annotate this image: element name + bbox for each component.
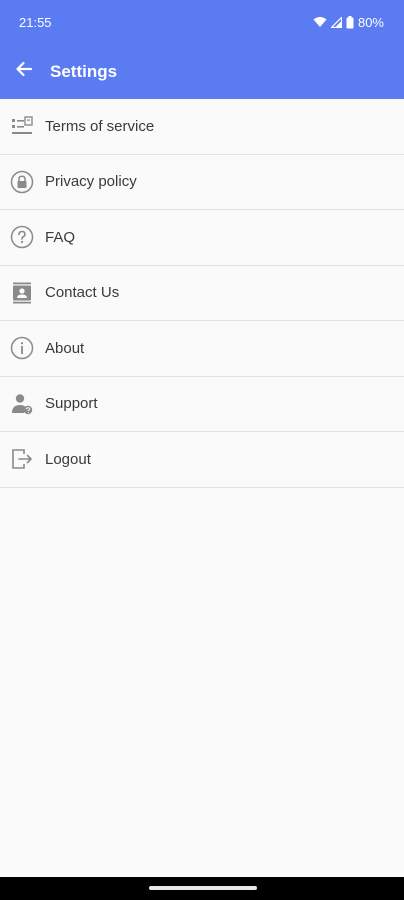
wifi-icon [313,16,327,28]
back-button[interactable] [0,48,48,96]
info-icon [10,336,34,360]
page-title: Settings [50,61,118,81]
battery-icon [346,15,354,29]
menu-item-label: About [45,339,85,357]
menu-item-about[interactable]: About [0,321,404,377]
logout-icon [10,447,34,471]
arrow-left-icon [14,59,34,84]
menu-item-label: Logout [45,450,91,468]
menu-item-label: Contact Us [45,284,120,302]
menu-item-terms-of-service[interactable]: Terms of service [0,99,404,155]
signal-icon [330,16,342,28]
settings-menu-list: Terms of service Privacy policy FAQ Cont… [0,99,404,488]
menu-item-support[interactable]: Support [0,377,404,432]
contact-card-icon [10,281,34,305]
menu-item-logout[interactable]: Logout [0,432,404,488]
question-icon [10,225,34,249]
lock-icon [10,170,34,194]
menu-item-label: Privacy policy [45,173,137,191]
menu-item-label: Support [45,395,98,413]
menu-item-privacy-policy[interactable]: Privacy policy [0,155,404,210]
home-indicator[interactable] [149,886,257,890]
system-navigation-bar [0,877,404,900]
support-person-icon [10,392,34,416]
toolbar: Settings [0,44,404,99]
status-icons: 80% [313,15,384,30]
menu-item-contact-us[interactable]: Contact Us [0,266,404,321]
menu-item-faq[interactable]: FAQ [0,210,404,266]
status-bar: 21:55 80% [0,0,404,44]
app-header: 21:55 80% Settings [0,0,404,99]
menu-item-label: Terms of service [45,117,155,135]
menu-item-label: FAQ [45,228,76,246]
battery-percent: 80% [357,14,384,30]
document-list-icon [10,114,34,138]
status-time: 21:55 [19,14,52,30]
